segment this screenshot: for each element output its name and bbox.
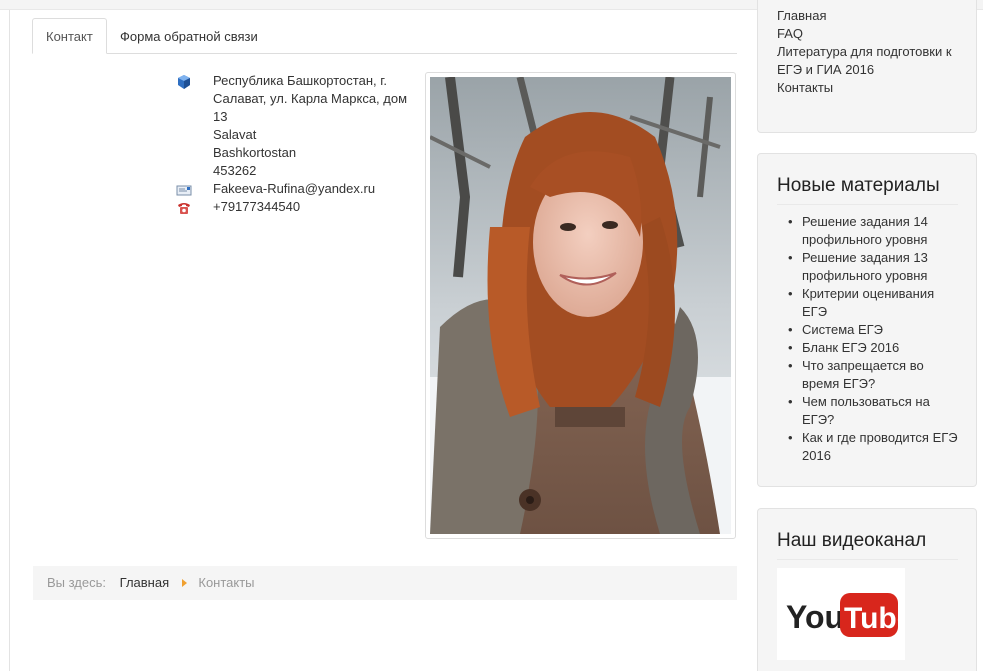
new-materials-module: Новые материалы Решение задания 14 профи… [757,153,977,487]
youtube-logo-link[interactable]: You Tube [777,568,913,660]
tab-feedback-form[interactable]: Форма обратной связи [106,18,272,54]
sidebar-menu-module: Главная FAQ Литература для подготовки к … [757,0,977,133]
list-item[interactable]: Решение задания 14 профильного уровня [788,213,958,249]
list-item[interactable]: Чем пользоваться на ЕГЭ? [788,393,958,429]
youtube-logo-tube: Tube [844,602,905,635]
list-item[interactable]: Критерии оценивания ЕГЭ [788,285,958,321]
list-item[interactable]: Бланк ЕГЭ 2016 [788,339,958,357]
menu-item-faq[interactable]: FAQ [777,25,958,43]
address-line-1: Республика Башкортостан, г. [213,73,387,88]
video-channel-title: Наш видеоканал [777,529,958,560]
list-item[interactable]: Что запрещается во время ЕГЭ? [788,357,958,393]
menu-item-home[interactable]: Главная [777,7,958,25]
contact-photo-frame [425,72,736,539]
address-city: Salavat [213,127,257,142]
breadcrumb: Вы здесь: Главная Контакты [33,566,737,600]
youtube-logo-icon: You Tube [786,593,913,637]
left-border [9,10,10,671]
tab-contact[interactable]: Контакт [32,18,107,54]
contact-tabs: Контакт Форма обратной связи [32,18,737,54]
breadcrumb-label: Вы здесь: [47,575,107,590]
email-icon [176,185,192,196]
new-materials-title: Новые материалы [777,174,958,205]
address-icon [178,75,190,89]
menu-item-contacts[interactable]: Контакты [777,79,958,97]
list-item[interactable]: Решение задания 13 профильного уровня [788,249,958,285]
new-materials-list: Решение задания 14 профильного уровня Ре… [777,213,958,465]
contact-details: Республика Башкортостан, г. Салават, ул.… [176,72,421,216]
contact-email[interactable]: Fakeeva-Rufina@yandex.ru [213,181,375,196]
contact-phone: +79177344540 [213,199,301,214]
youtube-logo-you: You [786,599,844,635]
address-region: Bashkortostan [213,145,297,160]
email-row: Fakeeva-Rufina@yandex.ru [176,180,421,198]
breadcrumb-home-link[interactable]: Главная [120,575,169,590]
breadcrumb-current: Контакты [198,575,255,590]
list-item[interactable]: Как и где проводится ЕГЭ 2016 [788,429,958,465]
video-channel-module: Наш видеоканал You Tube [757,508,977,671]
breadcrumb-arrow-icon [181,579,187,587]
address-row: Республика Башкортостан, г. Салават, ул.… [176,72,421,180]
phone-icon [178,203,190,214]
address-postcode: 453262 [213,163,257,178]
address-line-3: 13 [213,109,228,124]
phone-row: +79177344540 [176,198,421,216]
address-line-2: Салават, ул. Карла Маркса, дом [213,91,408,106]
contact-photo [430,77,731,534]
list-item[interactable]: Система ЕГЭ [788,321,958,339]
menu-item-literature[interactable]: Литература для подготовки к ЕГЭ и ГИА 20… [777,43,958,79]
